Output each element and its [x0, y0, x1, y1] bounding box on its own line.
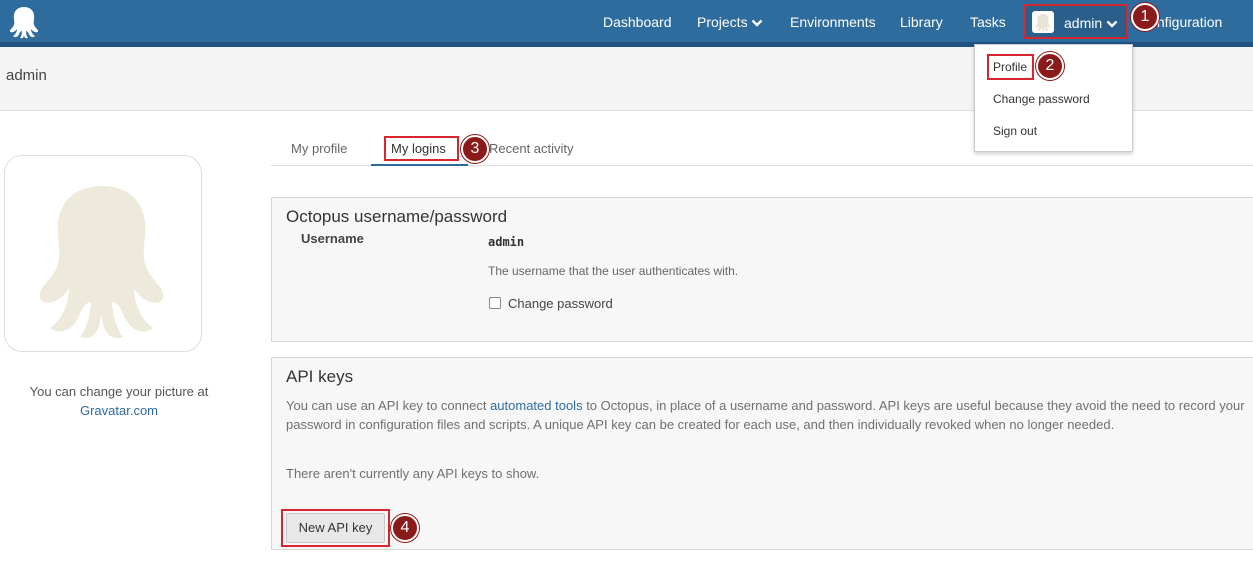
chevron-down-icon [752, 19, 763, 27]
menu-item-sign-out[interactable]: Sign out [993, 124, 1037, 138]
callout-badge-3: 3 [461, 135, 489, 163]
gravatar-link[interactable]: Gravatar.com [80, 403, 158, 418]
callout-badge-2: 2 [1036, 52, 1064, 80]
user-menu-button[interactable]: admin [1024, 4, 1128, 39]
tab-my-profile[interactable]: My profile [291, 141, 347, 156]
top-nav-bar: Dashboard Projects Environments Library … [0, 0, 1253, 45]
nav-library[interactable]: Library [900, 14, 943, 30]
api-keys-panel: API keys You can use an API key to conne… [271, 357, 1253, 550]
new-api-key-button[interactable]: New API key [286, 513, 385, 543]
chevron-down-icon [1106, 20, 1118, 28]
nav-environments[interactable]: Environments [790, 14, 876, 30]
octopus-avatar-icon [39, 186, 164, 339]
api-keys-title: API keys [286, 367, 354, 386]
username-label: Username [301, 231, 364, 246]
api-keys-empty-text: There aren't currently any API keys to s… [286, 466, 540, 481]
callout-badge-4: 4 [391, 514, 419, 542]
nav-dashboard[interactable]: Dashboard [603, 14, 672, 30]
nav-projects-label: Projects [697, 14, 748, 30]
page-title: admin [6, 67, 47, 84]
automated-tools-link[interactable]: automated tools [490, 398, 583, 413]
octopus-logo-icon[interactable] [6, 4, 42, 40]
api-keys-description: You can use an API key to connect automa… [286, 396, 1253, 415]
gravatar-caption-line: Gravatar.com [0, 403, 238, 418]
menu-item-change-password[interactable]: Change password [993, 92, 1090, 106]
api-keys-description-line2: password in configuration files and scri… [286, 417, 1115, 432]
nav-projects[interactable]: Projects [697, 14, 763, 30]
username-help-text: The username that the user authenticates… [488, 264, 739, 278]
login-panel: Octopus username/password Username admin… [271, 197, 1253, 342]
login-panel-title: Octopus username/password [286, 207, 508, 226]
change-password-label[interactable]: Change password [508, 296, 613, 311]
avatar [4, 155, 202, 352]
user-avatar-icon [1032, 11, 1054, 33]
menu-item-profile[interactable]: Profile [993, 60, 1027, 74]
callout-badge-1: 1 [1131, 3, 1159, 31]
username-text: admin [1064, 15, 1103, 31]
active-tab-indicator [371, 164, 468, 166]
username-value: admin [488, 235, 525, 249]
api-desc-text: You can use an API key to connect [286, 398, 491, 413]
change-password-checkbox[interactable] [489, 297, 501, 309]
api-desc-text-cont: to Octopus, in place of a username and p… [582, 398, 1245, 413]
user-menu-label: admin [1064, 15, 1118, 31]
avatar-caption: You can change your picture at [29, 384, 209, 399]
tab-recent-activity[interactable]: Recent activity [489, 141, 574, 156]
nav-tasks[interactable]: Tasks [970, 14, 1006, 30]
highlight-box [384, 136, 459, 161]
